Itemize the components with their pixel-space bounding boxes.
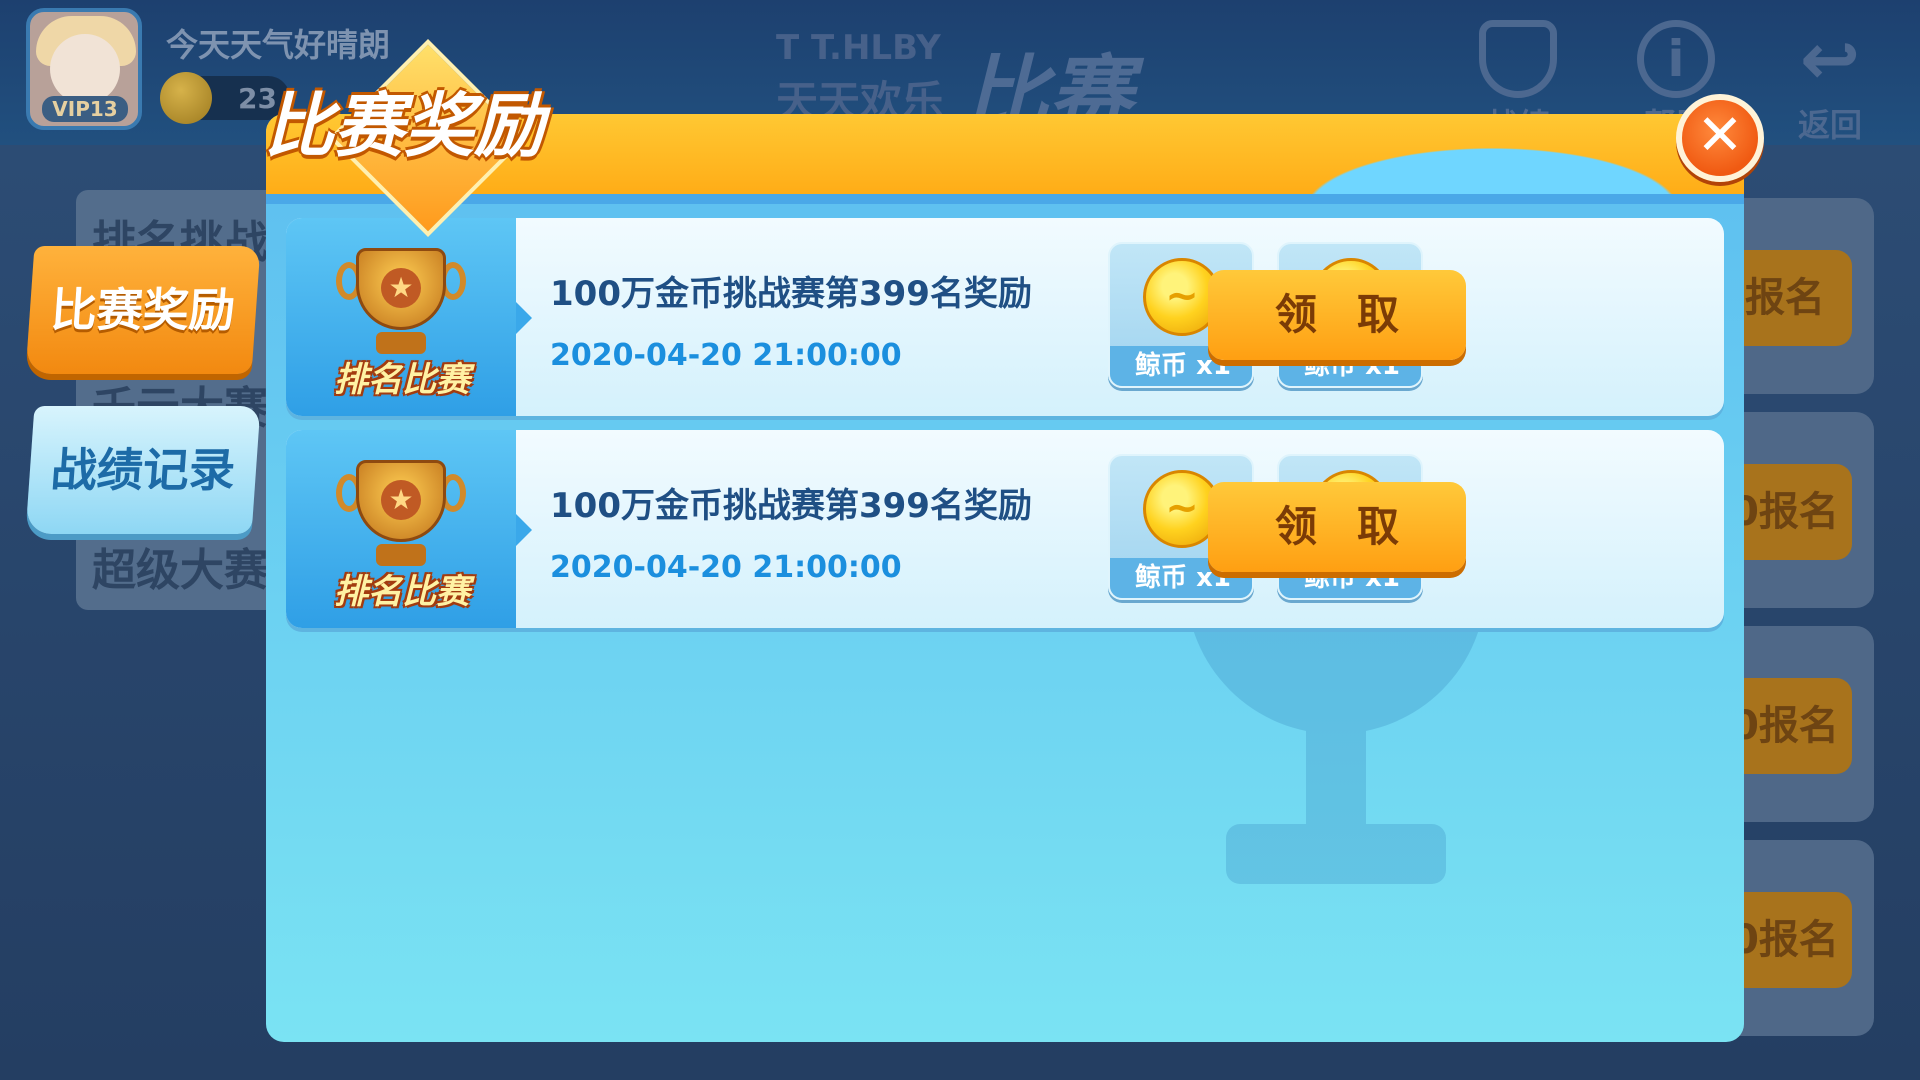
reward-list: ★ 排名比赛 100万金币挑战赛第399名奖励 2020-04-20 21:00… [286,218,1724,642]
star-icon: ★ [381,268,421,308]
close-button[interactable]: ✕ [1676,94,1764,182]
tab-match-rewards[interactable]: 比赛奖励 [25,246,261,374]
logo-line-1: T T.HLBY [776,28,941,68]
trophy-icon [1479,20,1557,98]
modal-title-badge: 比赛奖励 [262,36,602,237]
claim-button[interactable]: 领取 [1208,270,1466,360]
ranking-match-badge: 排名比赛 [334,572,470,612]
reward-row-icon-panel: ★ 排名比赛 [286,218,532,416]
modal-title: 比赛奖励 [264,85,544,167]
cup-base [376,544,426,566]
claim-button[interactable]: 领取 [1208,482,1466,572]
avatar-face [50,34,120,104]
cup-base [376,332,426,354]
reward-timestamp: 2020-04-20 21:00:00 [550,550,902,585]
reward-row-icon-panel: ★ 排名比赛 [286,430,532,628]
rewards-modal: ★ 排名比赛 100万金币挑战赛第399名奖励 2020-04-20 21:00… [266,114,1744,1042]
game-logo: T T.HLBY 天天欢乐 比赛 [776,18,1156,144]
reward-title: 100万金币挑战赛第399名奖励 [550,274,1032,314]
back-button-label: 返回 [1797,106,1862,144]
star-icon: ★ [381,480,421,520]
trophy-cup-icon: ★ [336,238,466,358]
trophy-cup-icon: ★ [336,450,466,570]
back-button[interactable]: ↩ 返回 [1782,17,1878,144]
back-icon: ↩ [1799,17,1861,101]
ranking-match-badge: 排名比赛 [334,360,470,400]
coin-icon [160,72,212,124]
header-sheen [1204,114,1684,202]
help-icon: i [1637,20,1715,98]
reward-timestamp: 2020-04-20 21:00:00 [550,338,902,373]
reward-row: ★ 排名比赛 100万金币挑战赛第399名奖励 2020-04-20 21:00… [286,430,1724,628]
reward-title: 100万金币挑战赛第399名奖励 [550,486,1032,526]
reward-row: ★ 排名比赛 100万金币挑战赛第399名奖励 2020-04-20 21:00… [286,218,1724,416]
tab-match-records[interactable]: 战绩记录 [25,406,261,534]
background-tab-item: 超级大赛 [92,545,268,596]
avatar[interactable]: VIP13 [26,8,142,130]
close-icon: ✕ [1696,103,1744,168]
vip-badge: VIP13 [42,96,128,122]
